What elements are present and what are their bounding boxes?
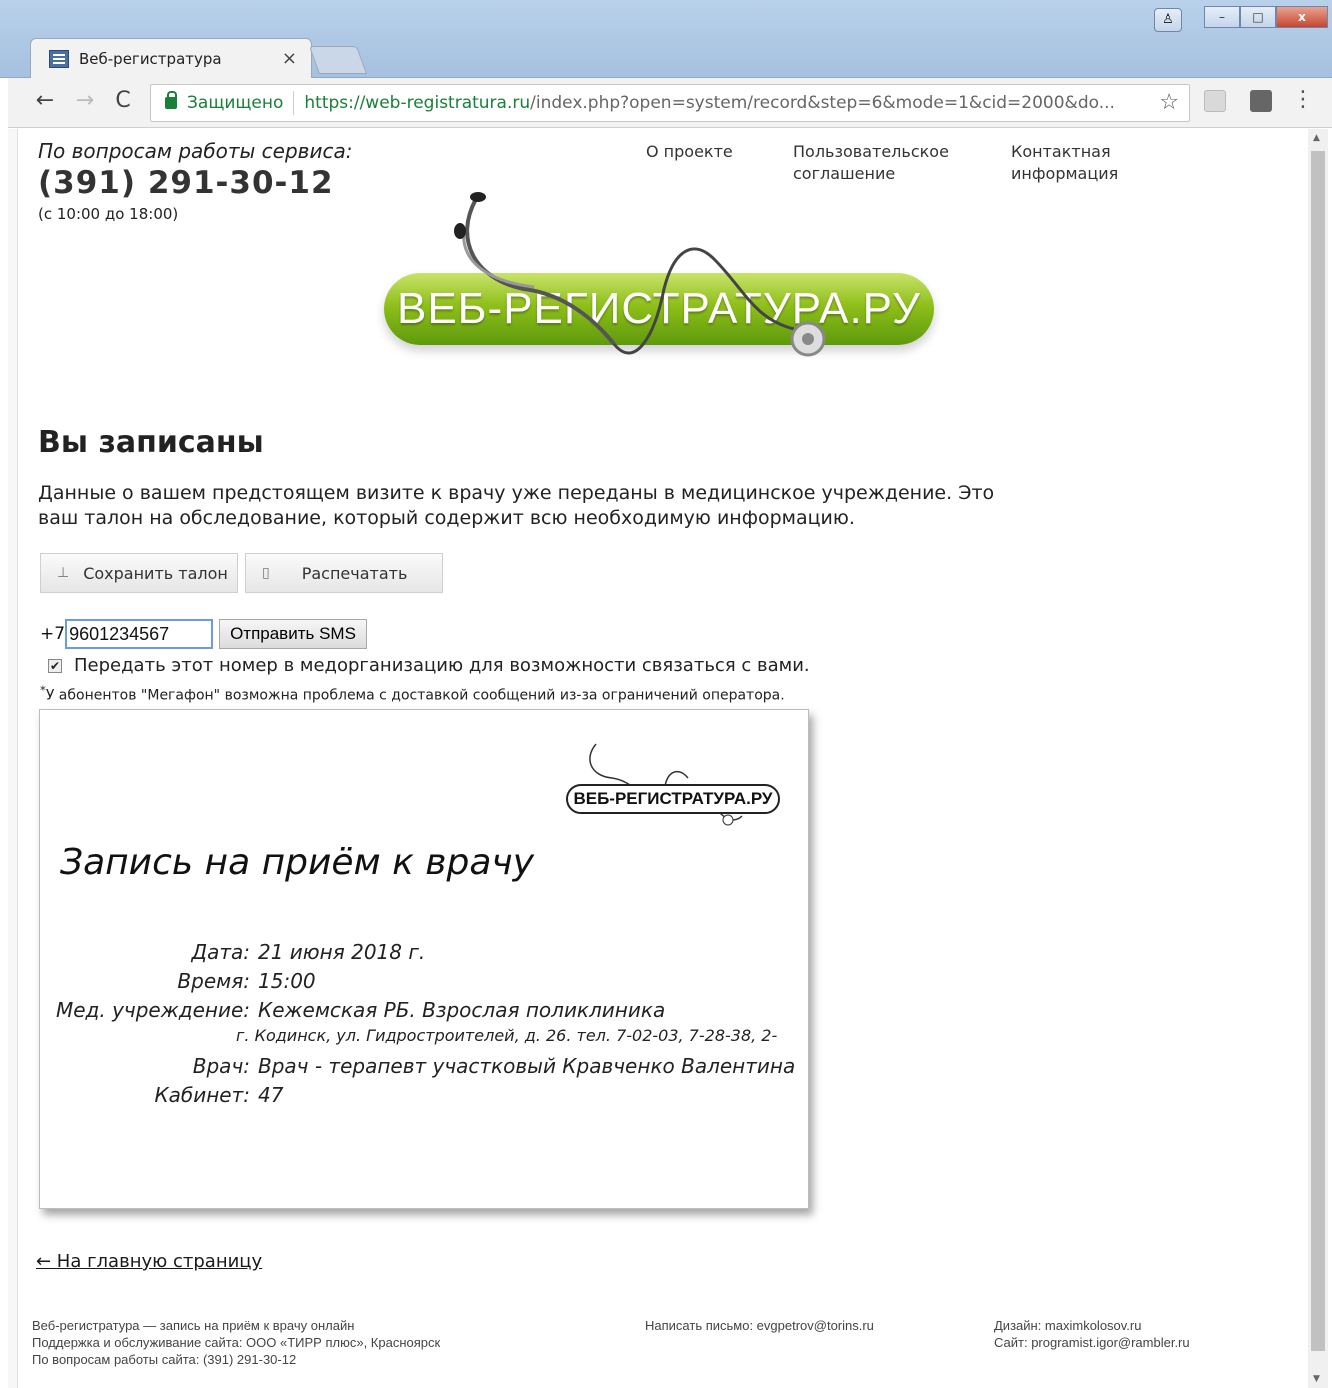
new-tab-button[interactable]	[308, 46, 368, 74]
close-window-button[interactable]: x	[1276, 6, 1328, 28]
print-label: Распечатать	[301, 563, 408, 583]
page-content: По вопросам работы сервиса: (391) 291-30…	[18, 129, 1306, 1388]
maximize-button[interactable]: □	[1240, 6, 1276, 28]
forward-icon[interactable]: →	[70, 88, 100, 113]
confirmation-text: Данные о вашем предстоящем визите к врач…	[38, 482, 995, 529]
phone-input[interactable]	[65, 619, 214, 649]
support-label: По вопросам работы сервиса:	[38, 139, 353, 163]
send-sms-button[interactable]: Отправить SMS	[219, 619, 367, 649]
window-controls: – □ x	[1204, 6, 1328, 28]
ticket-label: Врач:	[192, 1054, 250, 1078]
footer-line: По вопросам работы сайта: (391) 291-30-1…	[32, 1352, 297, 1367]
minimize-button[interactable]: –	[1204, 6, 1240, 28]
omnibox-divider	[293, 91, 295, 115]
nav-contacts-link[interactable]: Контактная информация	[1011, 141, 1141, 185]
consent-row: ✔ Передать этот номер в медорганизацию д…	[48, 655, 810, 676]
back-icon[interactable]: ←	[30, 88, 60, 113]
print-button[interactable]: ▯ Распечатать	[245, 553, 443, 593]
site-logo[interactable]: ВЕБ-РЕГИСТРАТУРА.РУ	[384, 169, 944, 399]
sms-form: +7 Отправить SMS	[40, 619, 367, 649]
phone-prefix: +7	[40, 624, 66, 644]
scroll-down-arrow-icon[interactable]: ▼	[1313, 1374, 1320, 1384]
pdf-extension-icon[interactable]	[1204, 90, 1226, 112]
footer-email-link[interactable]: Написать письмо: evgpetrov@torins.ru	[645, 1317, 965, 1334]
ticket-value: 47	[258, 1083, 284, 1107]
tab-title: Веб-регистратура	[79, 49, 222, 68]
address-bar[interactable]: Защищено https://web-registratura.ru /in…	[150, 84, 1190, 122]
support-phone: (391) 291-30-12	[38, 165, 334, 201]
bookmark-star-icon[interactable]: ☆	[1159, 90, 1179, 115]
ticket-label: Дата:	[191, 940, 250, 964]
site-favicon-icon	[49, 49, 69, 68]
ticket-value: Кежемская РБ. Взрослая поликлиника	[258, 998, 666, 1022]
page-left-edge	[8, 129, 18, 1388]
ticket-title: Запись на приём к врачу	[60, 842, 534, 883]
footer-credits: Дизайн: maximkolosov.ru Сайт: programist…	[994, 1317, 1284, 1351]
page-scrollbar[interactable]: ▲ ▼	[1308, 129, 1328, 1388]
ticket-value: Врач - терапевт участковый Кравченко Вал…	[258, 1054, 796, 1078]
url-path: /index.php?open=system/record&step=6&mod…	[530, 93, 1115, 113]
consent-label: Передать этот номер в медорганизацию для…	[74, 655, 810, 676]
browser-tab[interactable]: Веб-регистратура ×	[30, 38, 312, 78]
ticket-value: 21 июня 2018 г.	[258, 940, 426, 964]
download-icon: ⊥	[57, 565, 70, 581]
ticket-value: 15:00	[258, 969, 316, 993]
reload-icon[interactable]: C	[108, 88, 138, 113]
tab-close-icon[interactable]: ×	[282, 48, 297, 69]
footer-line: Поддержка и обслуживание сайта: ООО «ТИР…	[32, 1335, 441, 1350]
user-profile-icon[interactable]: ♙	[1154, 8, 1182, 32]
footer-design-link[interactable]: Дизайн: maximkolosov.ru	[994, 1317, 1284, 1334]
ticket-label: Время:	[177, 969, 250, 993]
save-ticket-button[interactable]: ⊥ Сохранить талон	[40, 553, 238, 593]
footer-about: Веб-регистратура — запись на приём к вра…	[32, 1317, 592, 1368]
url-host: https://web-registratura.ru	[304, 93, 531, 113]
browser-menu-icon[interactable]: ⋮	[1292, 88, 1314, 112]
back-to-home-link[interactable]: ← На главную страницу	[36, 1251, 262, 1272]
operator-note: *У абонентов "Мегафон" возможна проблема…	[40, 683, 785, 704]
page-title: Вы записаны	[38, 425, 264, 460]
save-ticket-label: Сохранить талон	[83, 563, 228, 583]
ticket-clinic-address: г. Кодинск, ул. Гидростроителей, д. 26. …	[236, 1026, 778, 1045]
extension-icon[interactable]	[1250, 90, 1272, 112]
scrollbar-thumb[interactable]	[1311, 151, 1325, 1351]
support-hours: (с 10:00 до 18:00)	[38, 205, 179, 223]
ticket-label: Кабинет:	[154, 1083, 250, 1107]
ticket-label: Мед. учреждение:	[55, 998, 250, 1022]
footer-site-link[interactable]: Сайт: programist.igor@rambler.ru	[994, 1334, 1284, 1351]
consent-checkbox[interactable]: ✔	[48, 658, 62, 673]
lock-icon	[165, 91, 177, 109]
nav-about-link[interactable]: О проекте	[646, 141, 733, 163]
operator-note-text: У абонентов "Мегафон" возможна проблема …	[45, 687, 785, 704]
scroll-up-arrow-icon[interactable]: ▲	[1313, 133, 1320, 143]
ticket-stethoscope-icon	[589, 743, 743, 826]
ticket-logo-text: ВЕБ-РЕГИСТРАТУРА.РУ	[566, 784, 780, 814]
appointment-ticket: ВЕБ-РЕГИСТРАТУРА.РУ Запись на приём к вр…	[39, 709, 809, 1209]
stethoscope-icon	[454, 192, 826, 357]
ticket-logo: ВЕБ-РЕГИСТРАТУРА.РУ	[566, 738, 786, 828]
window-titlebar: ♙ – □ x Веб-регистратура ×	[0, 0, 1332, 78]
secure-label: Защищено	[187, 93, 284, 113]
print-icon: ▯	[262, 565, 270, 581]
footer-line: Веб-регистратура — запись на приём к вра…	[32, 1318, 355, 1333]
footer-mail: Написать письмо: evgpetrov@torins.ru	[645, 1317, 965, 1334]
browser-toolbar: ← → C Защищено https://web-registratura.…	[8, 78, 1332, 128]
